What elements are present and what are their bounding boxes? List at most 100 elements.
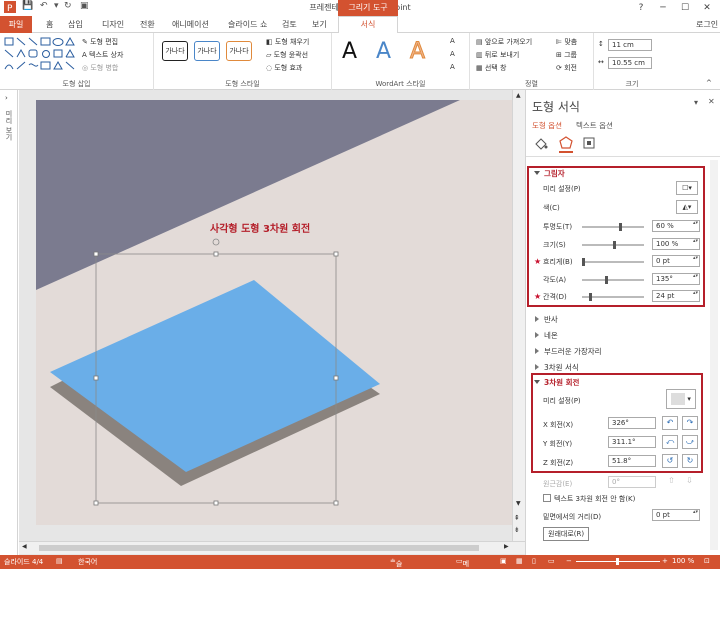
transparency-slider[interactable] [582, 223, 644, 231]
scroll-right-icon[interactable]: ▶ [504, 543, 509, 550]
perspective-up-icon[interactable]: ⇧ [668, 476, 675, 485]
shadow-section-header[interactable]: 그림자 [534, 168, 565, 179]
reset-button[interactable]: 원래대로(R) [543, 527, 590, 541]
minimize-icon[interactable]: ─ [652, 0, 674, 16]
shapes-gallery-icon[interactable] [4, 37, 80, 71]
wordart-style-orange[interactable]: A [409, 39, 425, 65]
shape-style-preset-2[interactable]: 가나다 [194, 41, 220, 61]
keep-text-flat-checkbox[interactable] [543, 494, 551, 502]
slide-title[interactable]: 사각형 도형 3차원 회전 [210, 220, 310, 235]
group-button[interactable]: ⊞ 그룹 [556, 50, 577, 60]
slideshow-icon[interactable]: ▭ [548, 557, 555, 565]
x-rotation-input[interactable]: 326° [608, 417, 656, 429]
text-fill-icon[interactable]: A [450, 37, 455, 45]
angle-thumb[interactable] [605, 276, 609, 284]
distance-from-ground-input[interactable]: 0 pt [652, 509, 700, 521]
horizontal-scrollbar[interactable]: ◀ ▶ [19, 541, 525, 554]
zoom-slider-thumb[interactable] [616, 558, 619, 565]
tab-text-options[interactable]: 텍스트 옵션 [576, 120, 613, 131]
panel-scrollbar[interactable] [710, 160, 718, 550]
fill-line-icon[interactable] [534, 136, 548, 150]
tab-view[interactable]: 보기 [312, 19, 327, 30]
rotate-down-icon[interactable]: ⤻ [682, 435, 698, 449]
slide-canvas[interactable]: 사각형 도형 3차원 회전 [36, 100, 520, 525]
tab-design[interactable]: 디자인 [102, 19, 124, 30]
slide-sorter-icon[interactable]: ▦ [516, 557, 523, 565]
language-indicator[interactable]: 한국어 [78, 557, 97, 567]
size-thumb[interactable] [613, 241, 616, 249]
vertical-scrollbar[interactable]: ▲ ▼ ⇞ ⇟ [512, 90, 525, 541]
tab-format[interactable]: 서식 [338, 16, 398, 34]
align-button[interactable]: ⊫ 맞춤 [556, 37, 577, 47]
shadow-color-dropdown[interactable]: ◭▾ [676, 200, 698, 214]
z-rotation-input[interactable]: 51.8° [608, 455, 656, 467]
glow-section-header[interactable]: 네온 [535, 330, 558, 341]
next-slide-icon[interactable]: ⇟ [514, 526, 520, 534]
wordart-style-black[interactable]: A [342, 39, 357, 64]
distance-input[interactable]: 24 pt [652, 290, 700, 302]
tab-insert[interactable]: 삽입 [68, 19, 83, 30]
soft-edges-section-header[interactable]: 부드러운 가장자리 [535, 346, 602, 357]
effects-pentagon-icon[interactable] [558, 135, 574, 151]
rotation-handle[interactable] [212, 238, 220, 246]
rotate-button[interactable]: ⟳ 회전 [556, 63, 577, 73]
text-effects-icon[interactable]: A [450, 63, 455, 71]
wordart-style-blue[interactable]: A [376, 39, 391, 64]
shape-effects-button[interactable]: ◌ 도형 효과 [266, 63, 302, 73]
size-properties-icon[interactable] [582, 136, 596, 150]
scroll-down-icon[interactable]: ▼ [516, 500, 521, 507]
angle-input[interactable]: 135° [652, 273, 700, 285]
scroll-left-icon[interactable]: ◀ [22, 543, 27, 550]
tab-slideshow[interactable]: 슬라이드 쇼 [228, 19, 267, 30]
collapse-ribbon-icon[interactable]: ^ [706, 79, 712, 87]
text-outline-icon[interactable]: A [450, 50, 455, 58]
tab-home[interactable]: 홈 [46, 19, 53, 30]
panel-close-icon[interactable]: ✕ [708, 97, 715, 106]
3d-format-section-header[interactable]: 3차원 서식 [535, 362, 579, 373]
size-input[interactable]: 100 % [652, 238, 700, 250]
zoom-out-icon[interactable]: − [566, 557, 572, 565]
scroll-up-icon[interactable]: ▲ [516, 92, 521, 99]
rotate-up-icon[interactable]: ⤺ [662, 435, 678, 449]
3d-rotation-section-header[interactable]: 3차원 회전 [533, 377, 579, 388]
shape-style-preset-3[interactable]: 가나다 [226, 41, 252, 61]
tab-review[interactable]: 검토 [282, 19, 297, 30]
tab-file[interactable]: 파일 [0, 16, 32, 33]
bring-forward-button[interactable]: ▤ 앞으로 가져오기 [476, 37, 532, 47]
spellcheck-icon[interactable]: ▤ [56, 557, 63, 565]
rotate-counterclockwise-icon[interactable]: ↺ [662, 454, 678, 468]
shape-style-preset-1[interactable]: 가나다 [162, 41, 188, 61]
shape-fill-button[interactable]: ◧ 도형 채우기 [266, 37, 309, 47]
transparency-thumb[interactable] [619, 223, 623, 231]
height-input[interactable]: 11 cm [608, 39, 652, 51]
size-slider[interactable] [582, 241, 644, 249]
previous-slide-icon[interactable]: ⇞ [514, 514, 520, 522]
blur-input[interactable]: 0 pt [652, 255, 700, 267]
shape-outline-button[interactable]: ▱ 도형 윤곽선 [266, 50, 308, 60]
notes-button[interactable]: ≐ 슬라이드 노트 [390, 557, 402, 618]
send-backward-button[interactable]: ▥ 뒤로 보내기 [476, 50, 519, 60]
y-rotation-input[interactable]: 311.1° [608, 436, 656, 448]
selection-pane-button[interactable]: ▦ 선택 창 [476, 63, 506, 73]
panel-options-icon[interactable]: ▾ [694, 98, 698, 107]
comments-button[interactable]: ▭ 메모 [456, 557, 469, 578]
reflection-section-header[interactable]: 반사 [535, 314, 558, 325]
tab-animations[interactable]: 애니메이션 [172, 19, 209, 30]
transparency-input[interactable]: 60 % [652, 220, 700, 232]
shadow-preset-dropdown[interactable]: ☐▾ [676, 181, 698, 195]
zoom-in-icon[interactable]: + [662, 557, 668, 565]
blur-slider[interactable] [582, 258, 644, 266]
scroll-thumb[interactable] [39, 545, 479, 551]
help-icon[interactable]: ? [630, 0, 652, 16]
normal-view-icon[interactable]: ▣ [500, 557, 507, 565]
width-input[interactable]: 10.55 cm [608, 57, 652, 69]
distance-thumb[interactable] [589, 293, 593, 301]
fit-slide-icon[interactable]: ⊡ [704, 557, 710, 565]
signin-link[interactable]: 로그인 [696, 19, 718, 30]
rotated-rectangle-shape[interactable] [50, 280, 380, 472]
expand-icon[interactable]: › [5, 94, 8, 102]
tab-shape-options[interactable]: 도형 옵션 [532, 120, 562, 131]
text-box-button[interactable]: A 텍스트 상자 [82, 50, 123, 60]
zoom-level[interactable]: 100 % [672, 557, 694, 565]
reading-view-icon[interactable]: ▯ [532, 557, 536, 565]
